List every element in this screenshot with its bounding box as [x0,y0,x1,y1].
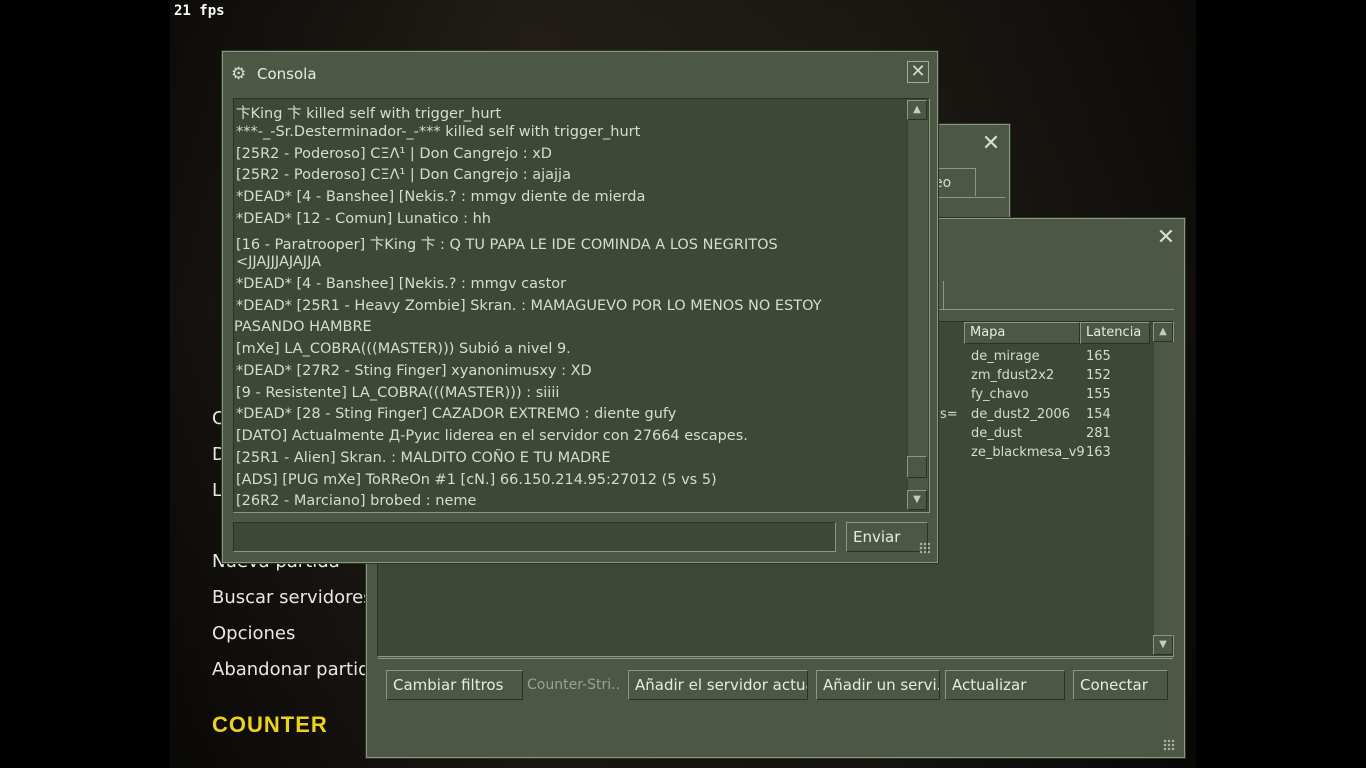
menu-item-quit[interactable]: Abandonar partida [212,659,381,680]
console-line: [9 - Resistente] LA_COBRA(((MASTER))) : … [236,385,560,401]
scroll-down-icon[interactable]: ▼ [1153,635,1173,655]
console-scrollbar-track[interactable] [907,120,928,490]
console-title: Consola [257,65,317,83]
console-window: ⚙ Consola ✕ 卞King 卞 killed self with tri… [222,51,938,563]
row-fragment: s= [940,407,958,422]
game-filter-label: Counter-Stri.. [527,677,621,693]
console-line: [25R2 - Poderoso] CΞΛ¹ | Don Cangrejo : … [236,167,571,183]
console-line: PASANDO HAMBRE [234,319,372,335]
console-output[interactable]: 卞King 卞 killed self with trigger_hurt **… [233,98,930,513]
console-command-input[interactable] [233,522,836,552]
scroll-down-icon[interactable]: ▼ [907,490,927,510]
map-cell: ze_blackmesa_v9 [971,445,1085,460]
console-line: [25R1 - Alien] Skran. : MALDITO COÑO E T… [236,450,611,466]
button-bar-divider [378,658,1173,659]
fps-counter: 21 fps [174,3,225,19]
resize-grip-icon[interactable] [919,542,931,554]
menu-item-find-servers[interactable]: Buscar servidores [212,587,373,608]
latency-cell: 163 [1086,445,1111,460]
console-scrollbar-thumb[interactable] [907,456,927,478]
console-line: *DEAD* [4 - Banshee] [Nekis.? : mmgv die… [236,189,646,205]
column-header-latency[interactable]: Latencia [1080,322,1150,344]
latency-cell: 165 [1086,349,1111,364]
tab-divider [937,309,1174,310]
console-line: *DEAD* [4 - Banshee] [Nekis.? : mmgv cas… [236,276,567,292]
latency-cell: 155 [1086,387,1111,402]
console-line: [25R2 - Poderoso] CΞΛ¹ | Don Cangrejo : … [236,146,552,162]
map-cell: fy_chavo [971,387,1029,402]
menu-item-partial-3[interactable]: L [212,480,222,501]
console-line: *DEAD* [25R1 - Heavy Zombie] Skran. : MA… [236,298,822,314]
console-line: *DEAD* [28 - Sting Finger] CAZADOR EXTRE… [236,406,677,422]
refresh-button[interactable]: Actualizar [945,670,1065,700]
send-button[interactable]: Enviar [846,522,928,552]
close-icon[interactable]: ✕ [907,61,929,83]
console-line: [16 - Paratrooper] 卞King 卞 : Q TU PAPA L… [236,237,778,253]
console-line: [ADS] [PUG mXe] ToRReOn #1 [cN.] 66.150.… [236,472,717,488]
console-line: ***-_-Sr.Desterminador-_-*** killed self… [236,124,641,140]
latency-cell: 152 [1086,368,1111,383]
map-cell: de_mirage [971,349,1040,364]
map-cell: de_dust2_2006 [971,407,1070,422]
counter-strike-logo: COUNTER [212,712,328,737]
close-icon[interactable]: ✕ [1155,227,1177,250]
resize-grip-icon[interactable] [1163,739,1175,751]
console-line: <JJAJJJAJAJJA [236,254,322,270]
console-line: 卞King 卞 killed self with trigger_hurt [236,106,502,122]
change-filters-button[interactable]: Cambiar filtros [386,670,523,700]
console-line: [26R2 - Marciano] brobed : neme [236,493,477,509]
scroll-up-icon[interactable]: ▲ [1153,322,1173,342]
map-cell: zm_fdust2x2 [971,368,1055,383]
scroll-up-icon[interactable]: ▲ [907,100,927,120]
latency-cell: 281 [1086,426,1111,441]
column-header-map[interactable]: Mapa [964,322,1080,344]
console-line: [mXe] LA_COBRA(((MASTER))) Subió a nivel… [236,341,571,357]
steam-icon: ⚙ [231,64,247,84]
console-line: *DEAD* [27R2 - Sting Finger] xyanonimusx… [236,363,592,379]
console-line: [DATO] Actualmente Д-Руис liderea en el … [236,428,748,444]
close-icon[interactable]: ✕ [980,133,1002,156]
latency-cell: 154 [1086,407,1111,422]
connect-button[interactable]: Conectar [1073,670,1168,700]
console-line: *DEAD* [12 - Comun] Lunatico : hh [236,211,491,227]
add-server-button[interactable]: Añadir un servi... [816,670,940,700]
menu-item-options[interactable]: Opciones [212,623,295,644]
map-cell: de_dust [971,426,1023,441]
add-current-server-button[interactable]: Añadir el servidor actua [628,670,808,700]
scrollbar-track[interactable] [1153,342,1174,635]
